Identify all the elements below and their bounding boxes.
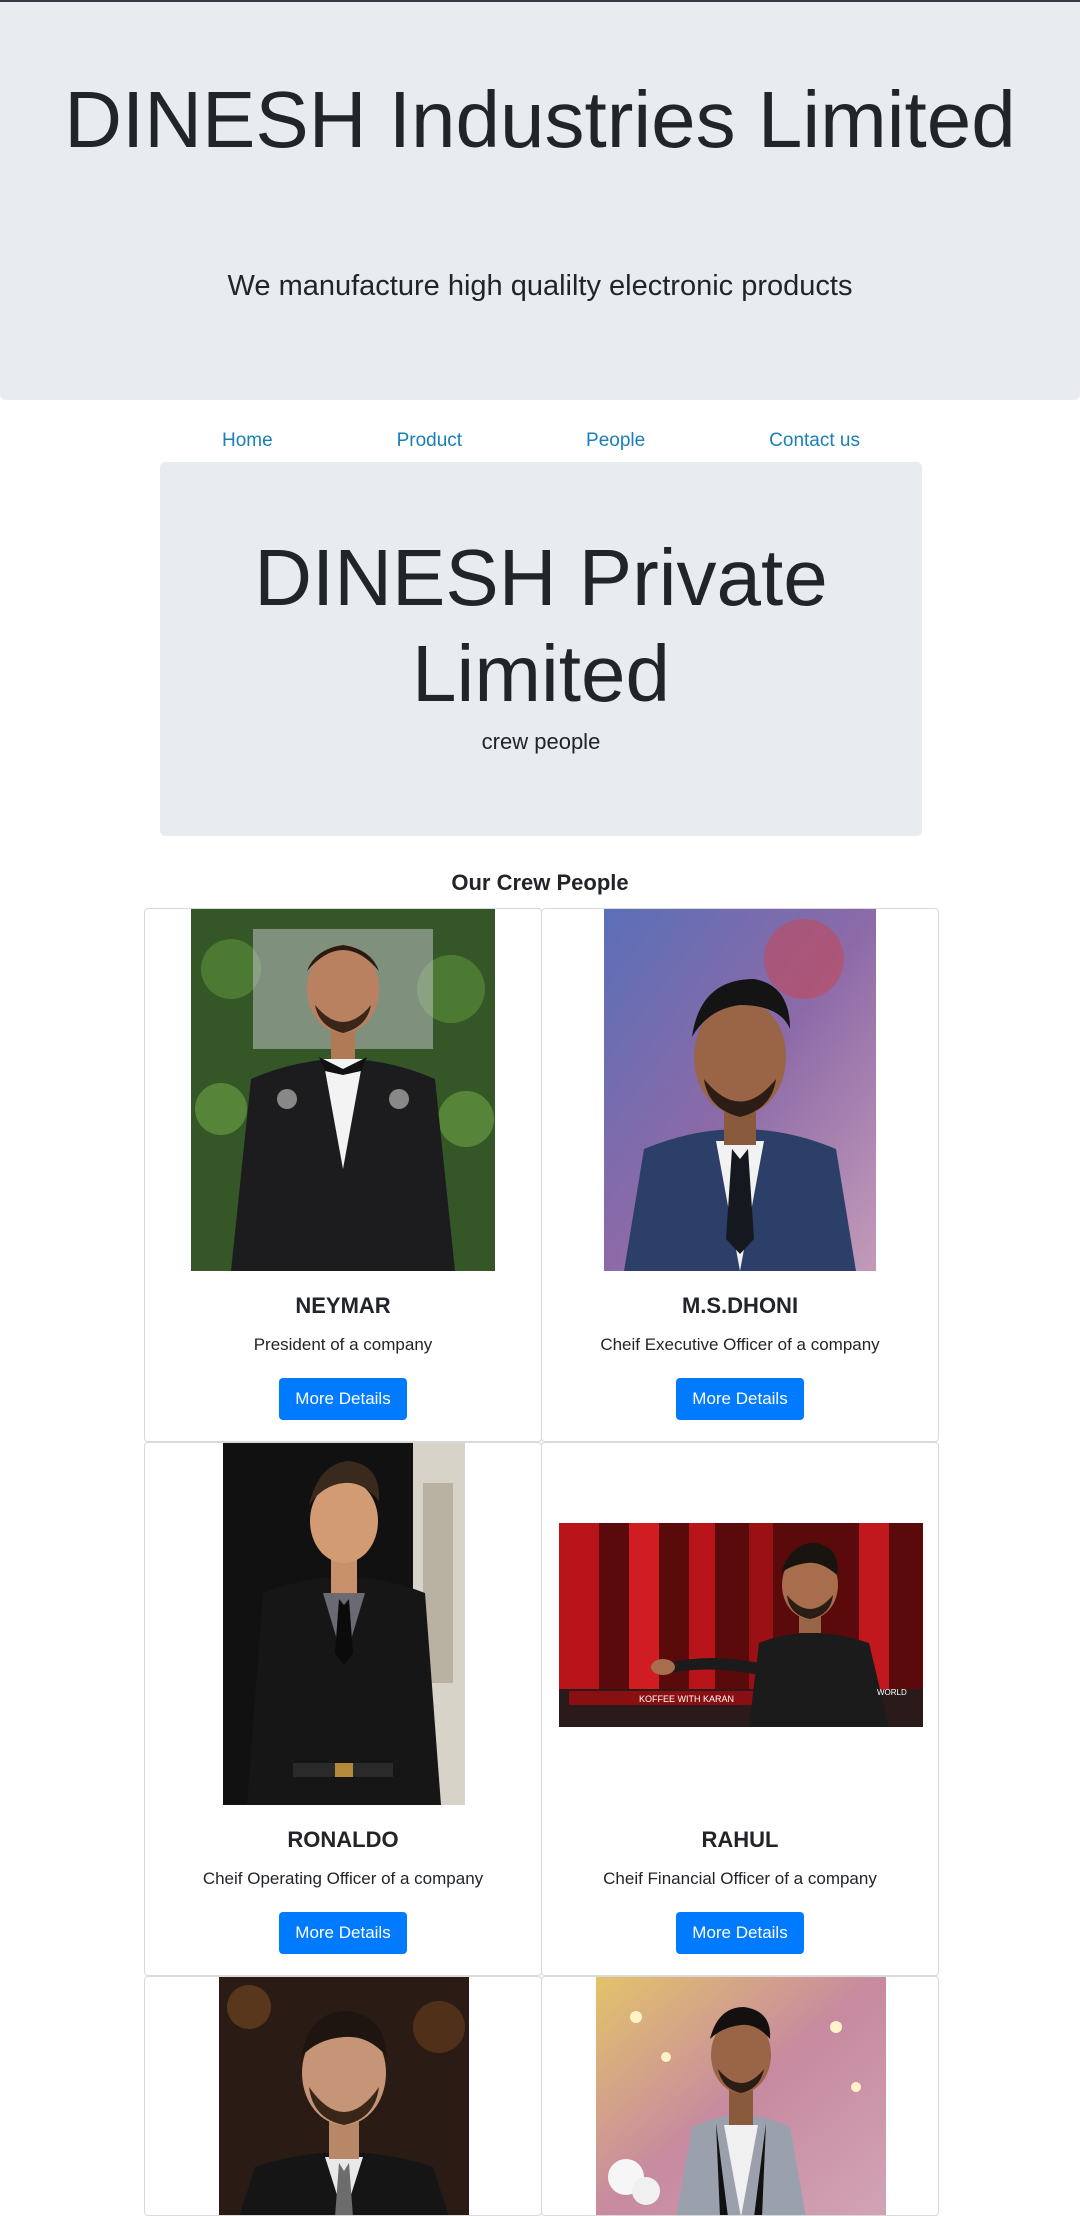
nav-product-link[interactable]: Product bbox=[397, 430, 462, 452]
company-tagline: We manufacture high qualilty electronic … bbox=[227, 270, 853, 302]
company-title: DINESH Industries Limited bbox=[64, 75, 1016, 164]
crew-card-5 bbox=[144, 1976, 542, 2216]
nav-contact-link[interactable]: Contact us bbox=[769, 430, 860, 452]
main-nav: Home Product People Contact us bbox=[160, 430, 922, 452]
crew-photo-ronaldo bbox=[223, 1443, 465, 1805]
banner-title: DINESH Private Limited bbox=[254, 533, 828, 718]
crew-name: NEYMAR bbox=[295, 1293, 391, 1318]
crew-heading: Our Crew People bbox=[451, 870, 629, 895]
more-details-button[interactable]: More Details bbox=[279, 1912, 407, 1954]
more-details-button[interactable]: More Details bbox=[676, 1378, 804, 1420]
banner-subtitle: crew people bbox=[481, 729, 601, 754]
crew-role: Cheif Operating Officer of a company bbox=[202, 1869, 484, 1888]
crew-name: RAHUL bbox=[701, 1827, 779, 1852]
crew-photo-6 bbox=[596, 1977, 886, 2215]
crew-card-rahul: KOFFEE WITH KARAN WORLD RAHUL Cheif Fina… bbox=[541, 1442, 939, 1976]
crew-photo-5 bbox=[219, 1977, 469, 2215]
header-jumbotron: DINESH Industries Limited We manufacture… bbox=[0, 0, 1080, 400]
people-banner: DINESH Private Limited crew people bbox=[160, 462, 922, 836]
more-details-button[interactable]: More Details bbox=[279, 1378, 407, 1420]
crew-role: Cheif Financial Officer of a company bbox=[603, 1869, 877, 1888]
crew-photo-rahul: KOFFEE WITH KARAN WORLD bbox=[559, 1523, 923, 1727]
crew-name: M.S.DHONI bbox=[681, 1293, 799, 1318]
svg-text:WORLD: WORLD bbox=[877, 1688, 907, 1697]
crew-card-ronaldo: RONALDO Cheif Operating Officer of a com… bbox=[144, 1442, 542, 1976]
crew-card-dhoni: M.S.DHONI Cheif Executive Officer of a c… bbox=[541, 908, 939, 1442]
crew-name: RONALDO bbox=[287, 1827, 399, 1852]
crew-card-6 bbox=[541, 1976, 939, 2216]
svg-text:KOFFEE WITH KARAN: KOFFEE WITH KARAN bbox=[639, 1694, 734, 1704]
nav-home-link[interactable]: Home bbox=[222, 430, 273, 452]
crew-role: President of a company bbox=[253, 1335, 433, 1354]
more-details-button[interactable]: More Details bbox=[676, 1912, 804, 1954]
crew-photo-dhoni bbox=[604, 909, 876, 1271]
crew-card-neymar: NEYMAR President of a company More Detai… bbox=[144, 908, 542, 1442]
crew-photo-neymar bbox=[191, 909, 495, 1271]
nav-people-link[interactable]: People bbox=[586, 430, 645, 452]
crew-role: Cheif Executive Officer of a company bbox=[600, 1335, 880, 1354]
